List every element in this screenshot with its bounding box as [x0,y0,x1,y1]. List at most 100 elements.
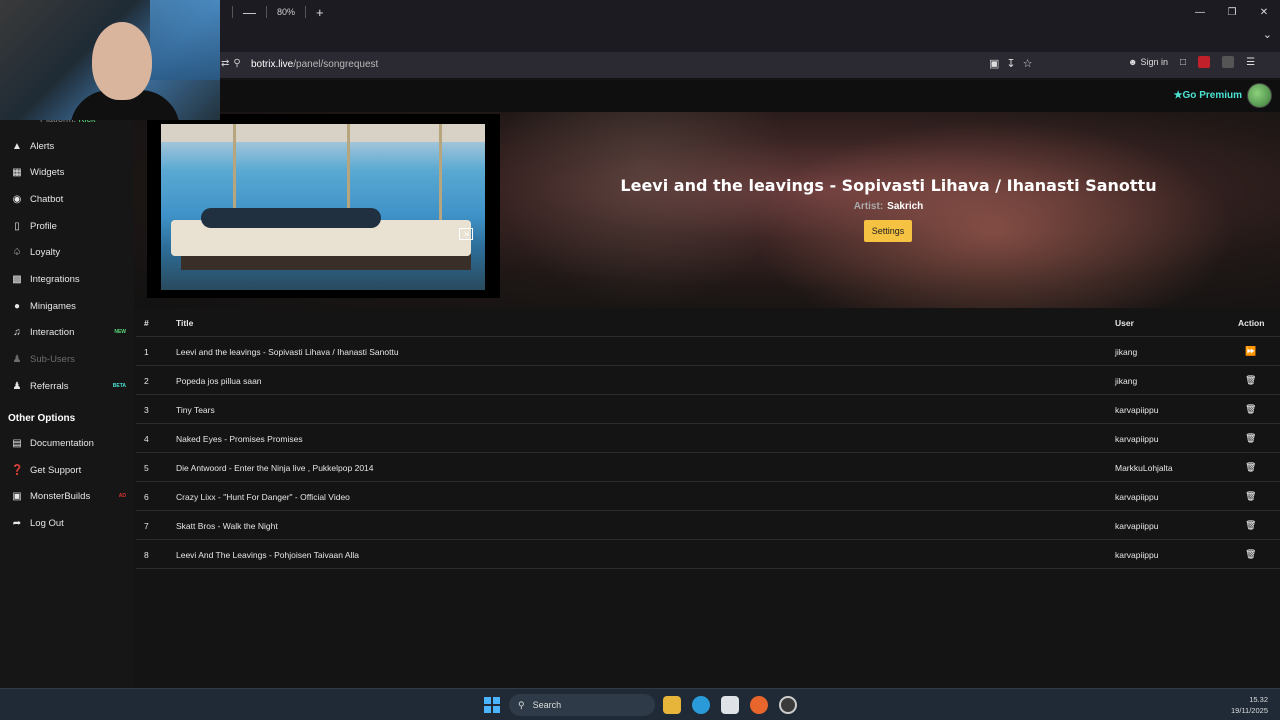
row-user: karvapiippu [1115,434,1159,444]
url-path: /panel/songrequest [293,59,379,70]
sidebar-item-profile[interactable]: ▯ Profile [0,215,134,237]
sidebar-item-sub-users[interactable]: ♟ Sub-Users [0,348,134,370]
sign-in-label: Sign in [1140,57,1169,67]
firefox-icon[interactable] [750,696,768,714]
extension-gray-icon[interactable] [1222,56,1235,68]
sidebar-item-get-support[interactable]: ❓ Get Support [0,459,134,481]
taskbar-search-label: Search [532,700,562,710]
video-player[interactable]: ⇲ [147,114,500,298]
row-number: 2 [144,376,149,386]
sidebar-item-label: Interaction [30,326,75,338]
sidebar-item-monsterbuilds[interactable]: ▣ MonsterBuilds AD [0,485,134,507]
ad-badge: AD [118,493,126,499]
row-title: Skatt Bros - Walk the Night [176,521,278,531]
row-user: karvapiippu [1115,521,1159,531]
picture-in-picture-icon[interactable]: ⇲ [459,228,473,240]
sidebar-item-documentation[interactable]: ▤ Documentation [0,432,134,454]
row-user: karvapiippu [1115,550,1159,560]
avatar[interactable] [1247,83,1272,108]
referrals-icon: ♟ [12,380,22,392]
sign-in-button[interactable]: ☻ Sign in [1128,57,1168,67]
restore-icon[interactable]: ❐ [1216,0,1248,24]
gamepad-icon: ● [13,300,21,312]
zoom-controls: — 80% + [232,2,324,22]
menu-icon[interactable]: ☰ [1246,57,1255,68]
trash-icon[interactable]: 🗑 [1245,520,1256,531]
store-icon[interactable] [721,696,739,714]
sidebar-item-alerts[interactable]: ▲ Alerts [0,135,134,157]
alert-icon: ▲ [12,140,22,152]
minimize-icon[interactable]: — [1184,0,1216,24]
trash-icon[interactable]: 🗑 [1245,433,1256,444]
skip-forward-icon[interactable]: ⏩ [1245,346,1256,357]
sidebar-item-label: Loyalty [30,246,61,258]
beta-badge: BETA [112,383,126,389]
windows-start-icon[interactable] [484,697,500,713]
widgets-icon: ▦ [12,166,22,178]
sidebar-item-referrals[interactable]: ♟ Referrals BETA [0,375,134,397]
sidebar-item-label: Sub-Users [30,353,75,365]
row-title: Naked Eyes - Promises Promises [176,434,303,444]
url-right-icons: ▣ ↧ ☆ [989,57,1033,70]
trash-icon[interactable]: 🗑 [1245,375,1256,386]
extensions-icon[interactable]: □ [1180,57,1186,68]
row-title: Tiny Tears [176,405,215,415]
column-header-number: # [144,318,149,328]
obs-icon[interactable] [779,696,797,714]
trash-icon[interactable]: 🗑 [1245,404,1256,415]
sidebar-item-chatbot[interactable]: ◉ Chatbot [0,188,134,210]
sidebar-item-integrations[interactable]: ▩ Integrations [0,268,134,290]
laptop-icon: ▣ [12,490,22,502]
column-header-user: User [1115,318,1134,328]
sidebar-item-interaction[interactable]: ♫ Interaction NEW [0,321,134,343]
extension-red-icon[interactable] [1198,56,1211,68]
row-user: karvapiippu [1115,492,1159,502]
sidebar-item-label: Alerts [30,140,55,152]
zoom-in-button[interactable]: + [316,5,324,20]
tracking-protection-icon[interactable]: ⚲ [233,58,240,69]
help-icon: ❓ [11,464,24,476]
zoom-level[interactable]: 80% [277,7,295,17]
other-options-heading: Other Options [8,413,76,424]
book-icon: ▤ [12,437,22,449]
trash-icon[interactable]: 🗑 [1245,462,1256,473]
save-page-icon[interactable]: ↧ [1006,57,1015,70]
chevron-down-icon[interactable]: ⌄ [1263,28,1272,41]
table-row: 2 Popeda jos pillua saan jikang 🗑 [136,366,1280,395]
zoom-out-button[interactable]: — [243,5,256,20]
row-title: Crazy Lixx - "Hunt For Danger" - Officia… [176,492,350,502]
integrations-icon: ▩ [12,273,22,285]
settings-button[interactable]: Settings [864,220,912,242]
bookmark-star-icon[interactable]: ☆ [1023,57,1033,70]
clock-time: 15.32 [1249,695,1268,704]
artist-label: Artist: [853,201,884,212]
row-number: 6 [144,492,149,502]
video-thumbnail[interactable]: ⇲ [161,124,485,290]
row-number: 3 [144,405,149,415]
table-row: 5 Die Antwoord - Enter the Ninja live , … [136,453,1280,482]
new-badge: NEW [114,329,126,335]
trash-icon[interactable]: 🗑 [1245,549,1256,560]
permissions-icon[interactable]: ⇄ [221,58,229,69]
sidebar-item-log-out[interactable]: ➦ Log Out [0,512,134,534]
edge-browser-icon[interactable] [692,696,710,714]
go-premium-button[interactable]: ★Go Premium [1174,90,1242,101]
table-row: 3 Tiny Tears karvapiippu 🗑 [136,395,1280,424]
window-controls: — ❐ ✕ [1184,0,1280,24]
system-clock[interactable]: 15.32 19/11/2025 [1231,694,1268,716]
sub-users-icon: ♟ [12,353,22,365]
chatbot-icon: ◉ [12,193,22,205]
row-user: MarkkuLohjalta [1115,463,1173,473]
table-row: 7 Skatt Bros - Walk the Night karvapiipp… [136,511,1280,540]
file-explorer-icon[interactable] [663,696,681,714]
taskbar-search[interactable]: ⚲ Search [509,694,655,716]
sidebar-item-minigames[interactable]: ● Minigames [0,295,134,317]
trash-icon[interactable]: 🗑 [1245,491,1256,502]
url-field[interactable]: botrix.live/panel/songrequest [251,59,378,70]
sidebar-item-widgets[interactable]: ▦ Widgets [0,161,134,183]
column-header-action: Action [1238,318,1265,328]
reader-view-icon[interactable]: ▣ [989,57,999,70]
clock-date: 19/11/2025 [1231,706,1268,715]
close-icon[interactable]: ✕ [1248,0,1280,24]
sidebar-item-loyalty[interactable]: ♤ Loyalty [0,241,134,263]
